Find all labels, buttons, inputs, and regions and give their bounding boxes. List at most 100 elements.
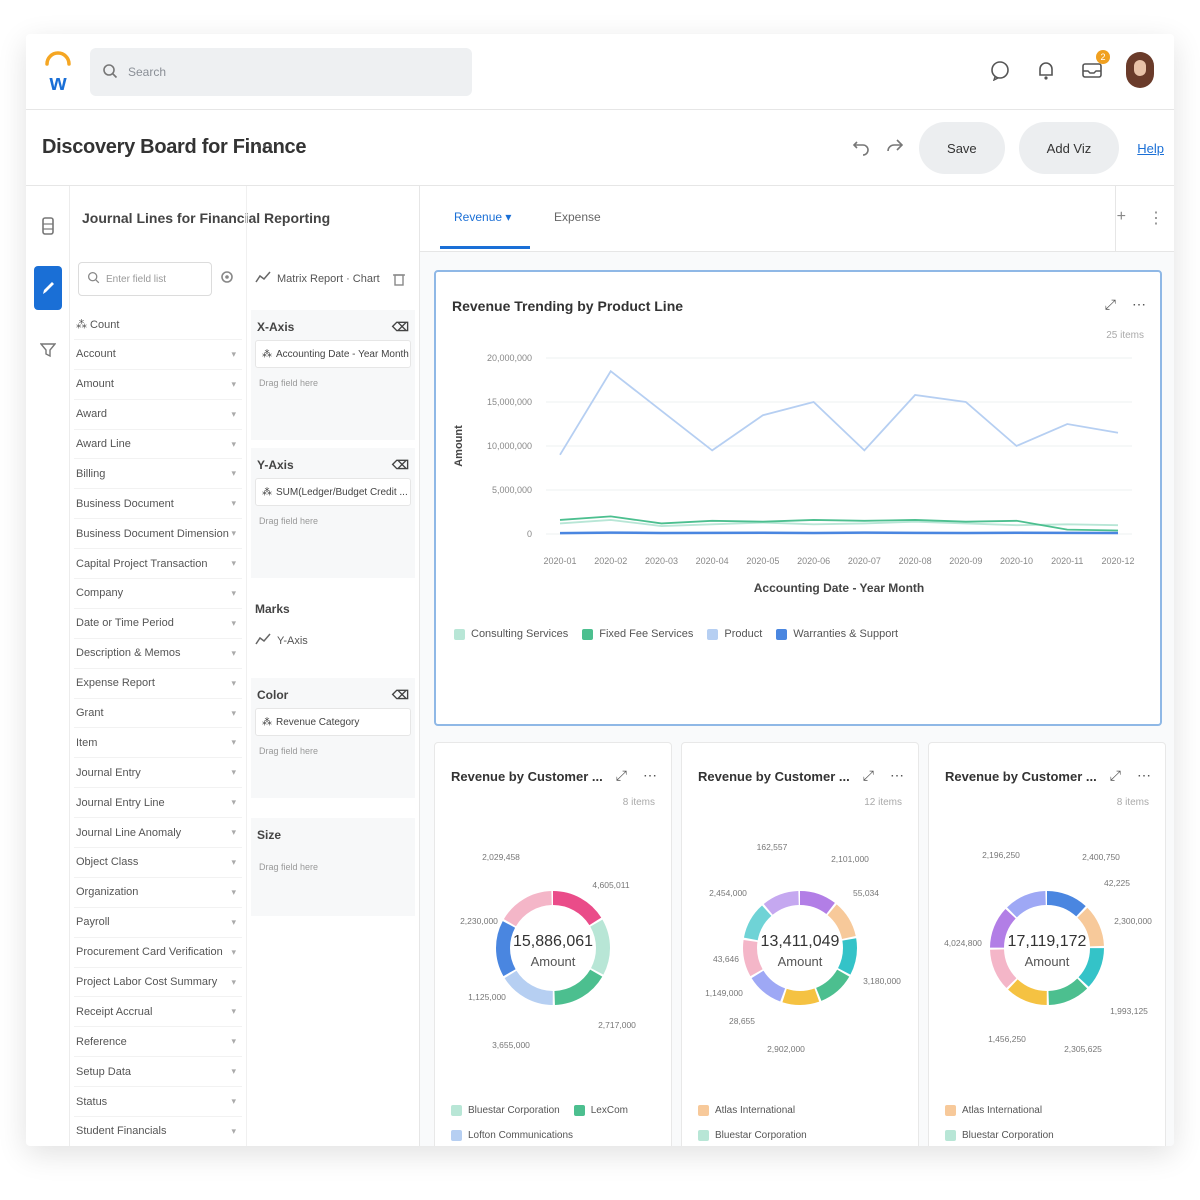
y-axis-field-chip[interactable]: ⁂ SUM(Ledger/Budget Credit ... (255, 478, 411, 506)
bell-icon[interactable] (1034, 58, 1058, 82)
chevron-down-icon[interactable]: ▾ (231, 887, 236, 898)
chart-type-selector[interactable]: Matrix Report · Chart (255, 270, 380, 287)
field-item[interactable]: Expense Report ▾ (74, 669, 242, 699)
chat-icon[interactable] (988, 58, 1012, 82)
edit-icon[interactable] (34, 266, 62, 310)
field-item[interactable]: Date or Time Period ▾ (74, 609, 242, 639)
filter-icon[interactable] (34, 328, 62, 372)
chevron-down-icon[interactable]: ▾ (231, 468, 236, 479)
chevron-down-icon[interactable]: ▾ (231, 977, 236, 988)
field-search-input[interactable]: Enter field list (78, 262, 212, 296)
more-icon[interactable]: ⋯ (643, 767, 657, 784)
field-item[interactable]: Capital Project Transaction ▾ (74, 549, 242, 580)
legend-item[interactable]: Bluestar Corporation (451, 1105, 560, 1116)
chevron-down-icon[interactable]: ▾ (231, 618, 236, 629)
expand-icon[interactable]: ⤢ (863, 767, 874, 784)
legend-item[interactable]: LexCom (573, 1105, 628, 1116)
field-item[interactable]: Item ▾ (74, 728, 242, 759)
field-item[interactable]: Organization ▾ (74, 878, 242, 908)
field-item[interactable]: Description & Memos ▾ (74, 639, 242, 669)
chevron-down-icon[interactable]: ▾ (231, 1066, 236, 1077)
gear-icon[interactable] (220, 270, 234, 289)
trash-icon[interactable]: ⌫ (392, 320, 409, 334)
trash-icon[interactable] (393, 272, 405, 291)
tab-expense[interactable]: Expense (554, 210, 601, 224)
drop-hint[interactable]: Drag field here (251, 848, 415, 882)
field-item[interactable]: Procurement Card Verification ▾ (74, 938, 242, 968)
more-icon[interactable]: ⋯ (1137, 767, 1151, 784)
inbox-icon[interactable]: 2 (1080, 50, 1110, 82)
legend-item[interactable]: Atlas International (698, 1105, 795, 1116)
field-item[interactable]: Company ▾ (74, 579, 242, 609)
workday-logo[interactable]: w (44, 50, 72, 95)
donut-chart-card[interactable]: Revenue by Customer ... ⤢ ⋯ 8 items 17,119… (928, 742, 1166, 1146)
field-item[interactable]: ⁂ Count (74, 310, 242, 340)
chevron-down-icon[interactable]: ▾ (231, 648, 236, 659)
expand-icon[interactable]: ⤢ (1110, 767, 1121, 784)
field-item[interactable]: Award ▾ (74, 400, 242, 430)
save-button[interactable]: Save (919, 122, 1005, 174)
undo-icon[interactable] (851, 136, 871, 161)
field-item[interactable]: Receipt Accrual ▾ (74, 997, 242, 1028)
field-item[interactable]: Object Class ▾ (74, 848, 242, 878)
chevron-down-icon[interactable]: ▾ (231, 349, 236, 360)
chevron-down-icon[interactable]: ▾ (231, 947, 236, 958)
chevron-down-icon[interactable]: ▾ (231, 379, 236, 390)
tab-more-button[interactable]: ⋮ (1148, 208, 1164, 228)
legend-item[interactable]: Warranties & Support (776, 628, 898, 640)
expand-icon[interactable]: ⤢ (616, 767, 627, 784)
x-axis-field-chip[interactable]: ⁂ Accounting Date - Year Month (255, 340, 411, 368)
field-item[interactable]: Billing ▾ (74, 459, 242, 490)
field-item[interactable]: Business Document ▾ (74, 489, 242, 520)
chevron-down-icon[interactable]: ▾ (231, 558, 236, 569)
field-item[interactable]: Setup Data ▾ (74, 1057, 242, 1088)
legend-item[interactable]: Bluestar Corporation (945, 1130, 1054, 1141)
add-tab-button[interactable]: + (1117, 208, 1126, 228)
add-viz-button[interactable]: Add Viz (1018, 122, 1120, 174)
field-item[interactable]: Account ▾ (74, 340, 242, 370)
drop-hint[interactable]: Drag field here (251, 372, 415, 398)
legend-item[interactable]: Bluestar Corporation (698, 1130, 807, 1141)
color-field-chip[interactable]: ⁂ Revenue Category (255, 708, 411, 736)
avatar[interactable] (1126, 52, 1154, 88)
line-chart-card[interactable]: Revenue Trending by Product Line ⤢ ⋯ 25 … (434, 270, 1162, 726)
chevron-down-icon[interactable]: ▾ (231, 737, 236, 748)
field-item[interactable]: Journal Line Anomaly ▾ (74, 818, 242, 849)
chevron-down-icon[interactable]: ▾ (231, 528, 236, 539)
field-item[interactable]: Amount ▾ (74, 370, 242, 400)
legend-item[interactable]: Consulting Services (454, 628, 568, 640)
marks-selector[interactable]: Y-Axis (255, 632, 308, 649)
chevron-down-icon[interactable]: ▾ (231, 708, 236, 719)
more-icon[interactable]: ⋯ (890, 767, 904, 784)
field-item[interactable]: Student Financials ▾ (74, 1117, 242, 1146)
chevron-down-icon[interactable]: ▾ (231, 767, 236, 778)
chevron-down-icon[interactable]: ▾ (231, 857, 236, 868)
chevron-down-icon[interactable]: ▾ (231, 827, 236, 838)
field-item[interactable]: Award Line ▾ (74, 430, 242, 460)
field-item[interactable]: Journal Entry Line ▾ (74, 788, 242, 819)
donut-chart-card[interactable]: Revenue by Customer ... ⤢ ⋯ 12 items 13,41… (681, 742, 919, 1146)
chevron-down-icon[interactable]: ▾ (231, 439, 236, 450)
field-item[interactable]: Payroll ▾ (74, 908, 242, 938)
drop-hint[interactable]: Drag field here (251, 740, 415, 766)
legend-item[interactable]: Lofton Communications (451, 1130, 573, 1141)
trash-icon[interactable]: ⌫ (392, 458, 409, 472)
tab-revenue[interactable]: Revenue ▾ (454, 210, 511, 224)
legend-item[interactable]: Product (707, 628, 762, 640)
field-item[interactable]: Business Document Dimension ▾ (74, 519, 242, 550)
drop-hint[interactable]: Drag field here (251, 510, 415, 536)
field-item[interactable]: Grant ▾ (74, 699, 242, 729)
share-icon[interactable] (885, 136, 905, 161)
expand-icon[interactable]: ⤢ (1105, 296, 1116, 313)
search-bar[interactable]: Search (90, 48, 472, 96)
chevron-down-icon[interactable]: ▾ (231, 498, 236, 509)
chevron-down-icon[interactable]: ▾ (231, 588, 236, 599)
chevron-down-icon[interactable]: ▾ (231, 1036, 236, 1047)
chevron-down-icon[interactable]: ▾ (231, 678, 236, 689)
field-item[interactable]: Project Labor Cost Summary ▾ (74, 968, 242, 998)
legend-item[interactable]: Fixed Fee Services (582, 628, 693, 640)
chevron-down-icon[interactable]: ▾ (231, 917, 236, 928)
field-item[interactable]: Status ▾ (74, 1087, 242, 1118)
chevron-down-icon[interactable]: ▾ (231, 409, 236, 420)
donut-chart-card[interactable]: Revenue by Customer ... ⤢ ⋯ 8 items 15,886… (434, 742, 672, 1146)
